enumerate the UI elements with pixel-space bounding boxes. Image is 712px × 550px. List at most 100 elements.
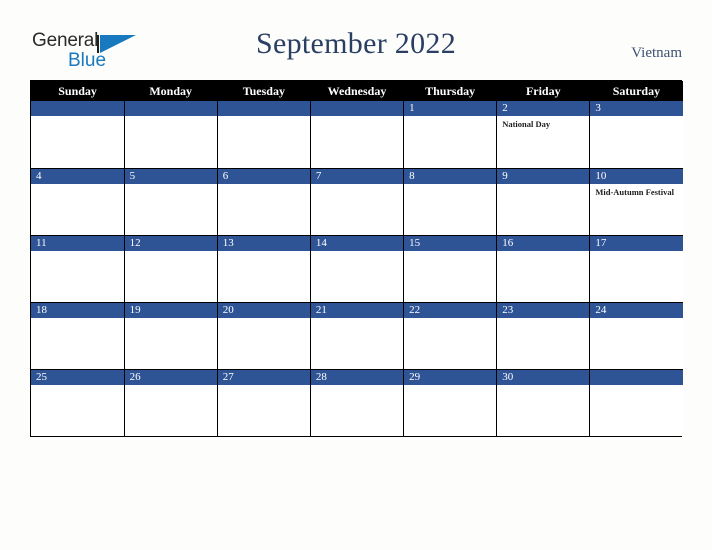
day-cell-10[interactable]: 10 Mid-Autumn Festival [589,168,683,236]
country-label: Vietnam [631,45,682,61]
day-cell-content: 25 [31,369,124,437]
day-cell-content: 28 [310,369,404,437]
day-cell-empty [31,101,125,169]
day-number: 2 [497,101,590,116]
day-number: 18 [31,302,124,318]
day-cell-content: 18 [31,302,124,369]
day-cell-9[interactable]: 9 [496,168,591,236]
day-cell-7[interactable]: 7 [309,168,405,236]
day-cell-20[interactable]: 20 [216,302,311,370]
day-number: 4 [31,168,124,184]
day-number: 10 [590,168,683,184]
day-number: 11 [31,235,124,251]
day-cell-content: 9 [497,168,590,235]
day-cell-18[interactable]: 18 [31,302,125,370]
day-cell-16[interactable]: 16 [496,235,591,303]
day-cell-content: 5 [124,168,217,235]
event-label: National Day [502,119,551,129]
day-cell-empty [123,101,218,169]
day-number: 19 [124,302,217,318]
day-cell-26[interactable]: 26 [123,369,218,437]
day-cell-21[interactable]: 21 [309,302,405,370]
day-number: 23 [497,302,590,318]
day-cell-content: 1 [404,101,497,168]
calendar-week-row: 25 26 27 28 29 30 [31,369,683,436]
day-cell-11[interactable]: 11 [31,235,125,303]
weekday-header-tuesday: Tuesday [217,81,311,101]
day-number: 15 [404,235,497,251]
calendar-week-row: 1 2 National Day 3 [31,101,683,169]
day-cell-content: 22 [404,302,497,369]
day-cell-content: 23 [497,302,590,369]
day-cell-content: 14 [310,235,404,302]
day-cell-29[interactable]: 29 [403,369,498,436]
day-cell-content: 24 [590,302,683,369]
day-cell-2[interactable]: 2 National Day [496,101,591,169]
day-cell-24[interactable]: 24 [589,302,683,370]
day-cell-content [124,101,217,168]
day-number [590,369,683,385]
day-cell-4[interactable]: 4 [31,168,125,236]
day-cell-content [590,369,683,437]
day-cell-content [310,101,404,168]
day-cell-27[interactable]: 27 [216,369,311,437]
day-number: 7 [310,168,404,184]
day-cell-22[interactable]: 22 [403,302,498,370]
day-cell-content: 30 [497,369,590,437]
day-cell-12[interactable]: 12 [123,235,218,303]
page-header: General Blue September 2022 Vietnam [0,0,712,78]
day-cell-23[interactable]: 23 [496,302,591,370]
day-cell-content [31,101,124,168]
day-cell-content: 26 [124,369,217,437]
day-events: Mid-Autumn Festival [590,184,683,197]
calendar-table: Sunday Monday Tuesday Wednesday Thursday Frid… [31,81,683,436]
day-cell-content: 4 [31,168,124,235]
calendar-header-row: Sunday Monday Tuesday Wednesday Thursday Frid… [31,81,683,101]
day-number: 17 [590,235,683,251]
day-cell-empty [589,369,683,437]
day-number: 20 [217,302,310,318]
day-cell-content: 11 [31,235,124,302]
day-number [310,101,404,116]
day-cell-15[interactable]: 15 [403,235,498,303]
day-number: 24 [590,302,683,318]
day-cell-content: 10 Mid-Autumn Festival [590,168,683,235]
day-number: 29 [404,369,497,385]
day-number [217,101,310,116]
calendar-body: 1 2 National Day 3 4 5 6 7 8 9 10 Mid-Autumn Festiv… [31,101,683,436]
day-cell-6[interactable]: 6 [216,168,311,236]
weekday-header-saturday: Saturday [589,81,683,101]
page-title: September 2022 [256,27,456,60]
day-cell-content [217,101,310,168]
day-number: 25 [31,369,124,385]
day-cell-14[interactable]: 14 [309,235,405,303]
day-number: 3 [590,101,683,116]
day-cell-content: 27 [217,369,310,437]
day-cell-content: 21 [310,302,404,369]
day-cell-content: 7 [310,168,404,235]
calendar-week-row: 11 12 13 14 15 16 17 [31,235,683,303]
day-cell-8[interactable]: 8 [403,168,498,236]
day-number: 27 [217,369,310,385]
day-number: 26 [124,369,217,385]
day-number: 5 [124,168,217,184]
day-cell-13[interactable]: 13 [216,235,311,303]
day-number: 22 [404,302,497,318]
day-cell-5[interactable]: 5 [123,168,218,236]
day-cell-content: 13 [217,235,310,302]
day-number: 13 [217,235,310,251]
day-cell-content: 19 [124,302,217,369]
calendar-week-row: 4 5 6 7 8 9 10 Mid-Autumn Festival [31,168,683,236]
day-cell-30[interactable]: 30 [496,369,591,437]
event-label: Mid-Autumn Festival [595,186,674,197]
day-number: 6 [217,168,310,184]
day-cell-content: 12 [124,235,217,302]
day-number: 8 [404,168,497,184]
day-cell-19[interactable]: 19 [123,302,218,370]
day-cell-1[interactable]: 1 [403,101,498,169]
day-cell-3[interactable]: 3 [589,101,683,169]
day-cell-28[interactable]: 28 [309,369,405,437]
day-cell-25[interactable]: 25 [31,369,125,437]
day-cell-empty [309,101,405,169]
day-cell-17[interactable]: 17 [589,235,683,303]
